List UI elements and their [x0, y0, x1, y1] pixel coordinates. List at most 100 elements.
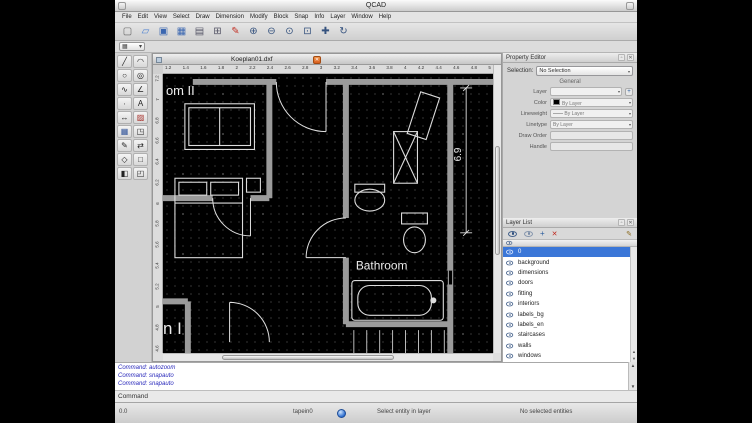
- layer-row[interactable]: interiors: [503, 299, 630, 309]
- property-control[interactable]: By Layer: [550, 109, 633, 118]
- save-as-icon[interactable]: ▦: [174, 24, 189, 39]
- block-tool[interactable]: ◳: [133, 125, 148, 138]
- layer-row[interactable]: windows: [503, 351, 630, 361]
- selection-combo[interactable]: No Selection ▾: [536, 66, 633, 76]
- new-file-icon[interactable]: ▢: [120, 24, 135, 39]
- menu-item[interactable]: Window: [348, 14, 375, 20]
- property-control[interactable]: [550, 87, 622, 96]
- window-close-icon[interactable]: [626, 2, 634, 10]
- layer-visible-icon[interactable]: [506, 271, 513, 276]
- layer-visible-icon[interactable]: [506, 312, 513, 317]
- scroll-down-icon[interactable]: ▼: [629, 384, 637, 389]
- explode-tool[interactable]: ⇄: [133, 139, 148, 152]
- layer-visible-icon[interactable]: [506, 250, 513, 255]
- canvas-vertical-scrollbar[interactable]: [493, 65, 501, 353]
- zoom-window-icon[interactable]: ⊡: [300, 24, 315, 39]
- layer-visible-icon[interactable]: [506, 333, 513, 338]
- layer-row[interactable]: labels_en: [503, 320, 630, 330]
- property-control[interactable]: [550, 142, 633, 151]
- layer-row[interactable]: doors: [503, 278, 630, 288]
- window-menu-icon[interactable]: [118, 2, 126, 10]
- add-layer-icon[interactable]: +: [540, 229, 545, 238]
- layer-row[interactable]: fitting: [503, 289, 630, 299]
- panel-close-icon[interactable]: ✕: [627, 219, 634, 226]
- cad-tool[interactable]: ◰: [133, 167, 148, 180]
- menu-item[interactable]: Block: [271, 14, 292, 20]
- point-tool[interactable]: ∙: [117, 97, 132, 110]
- layer-visible-icon[interactable]: [506, 323, 513, 328]
- print-icon[interactable]: ▤: [192, 24, 207, 39]
- pan-icon[interactable]: ✚: [318, 24, 333, 39]
- layer-row[interactable]: background: [503, 257, 630, 267]
- layer-visible-icon[interactable]: [506, 343, 513, 348]
- layer-row[interactable]: 0: [503, 247, 630, 257]
- edit-layer-icon[interactable]: ✎: [626, 230, 632, 238]
- document-titlebar[interactable]: Koeplan01.dxf ✕: [153, 54, 501, 65]
- menu-item[interactable]: Layer: [327, 14, 348, 20]
- panel-float-icon[interactable]: ▫: [618, 219, 625, 226]
- menu-item[interactable]: Info: [311, 14, 327, 20]
- command-history[interactable]: Command: autozoomCommand: snapautoComman…: [115, 362, 637, 390]
- layer-visible-icon[interactable]: [506, 291, 513, 296]
- show-all-layers-icon[interactable]: [508, 231, 517, 237]
- property-control[interactable]: By Layer: [550, 120, 633, 129]
- open-folder-icon[interactable]: ▱: [138, 24, 153, 39]
- canvas-horizontal-scrollbar[interactable]: [163, 353, 493, 361]
- isometric-tool[interactable]: ◧: [117, 167, 132, 180]
- vscroll-thumb[interactable]: [495, 146, 500, 255]
- edit-pen-icon[interactable]: ✎: [228, 24, 243, 39]
- polyline-tool[interactable]: ∠: [133, 83, 148, 96]
- drawing-canvas[interactable]: om II Bathroom n I 6.9: [163, 74, 493, 353]
- layer-visible-icon[interactable]: [506, 260, 513, 265]
- line-tool[interactable]: ╱: [117, 55, 132, 68]
- auto-zoom-icon[interactable]: ⊙: [282, 24, 297, 39]
- arc-tool[interactable]: ◠: [133, 55, 148, 68]
- ellipse-tool[interactable]: ◎: [133, 69, 148, 82]
- modify-tool[interactable]: ✎: [117, 139, 132, 152]
- layer-row[interactable]: walls: [503, 341, 630, 351]
- image-tool[interactable]: ▦: [117, 125, 132, 138]
- panel-float-icon[interactable]: ▫: [618, 54, 625, 61]
- menu-item[interactable]: View: [151, 14, 170, 20]
- zoom-in-icon[interactable]: ⊕: [246, 24, 261, 39]
- remove-layer-icon[interactable]: ✕: [552, 230, 558, 238]
- layer-visible-icon[interactable]: [506, 302, 513, 307]
- panel-close-icon[interactable]: ✕: [627, 54, 634, 61]
- layer-visible-icon[interactable]: [506, 354, 513, 359]
- print-preview-icon[interactable]: ⊞: [210, 24, 225, 39]
- snap-grid-combo[interactable]: ▦ ▾: [119, 42, 145, 51]
- layer-list-scrollbar[interactable]: ▲ ▼: [630, 247, 637, 362]
- menu-item[interactable]: Edit: [135, 14, 151, 20]
- snap-tool[interactable]: ◇: [117, 153, 132, 166]
- menu-item[interactable]: Modify: [247, 14, 271, 20]
- hscroll-thumb[interactable]: [222, 355, 394, 360]
- command-input-bar[interactable]: Command: [115, 390, 637, 402]
- scroll-down-icon[interactable]: ▼: [631, 356, 637, 361]
- layer-row[interactable]: labels_bg: [503, 309, 630, 319]
- hatch-tool[interactable]: ▨: [133, 111, 148, 124]
- layer-visible-icon[interactable]: [506, 281, 513, 286]
- scroll-up-icon[interactable]: ▲: [629, 363, 637, 368]
- menu-item[interactable]: Draw: [193, 14, 213, 20]
- spline-tool[interactable]: ∿: [117, 83, 132, 96]
- zoom-out-icon[interactable]: ⊖: [264, 24, 279, 39]
- hide-all-layers-icon[interactable]: [524, 231, 533, 237]
- menu-item[interactable]: File: [119, 14, 135, 20]
- save-icon[interactable]: ▣: [156, 24, 171, 39]
- layer-row[interactable]: dimensions: [503, 268, 630, 278]
- property-control[interactable]: By Layer: [550, 98, 633, 107]
- menu-item[interactable]: Help: [376, 14, 394, 20]
- property-control[interactable]: [550, 131, 633, 140]
- misc-tool[interactable]: □: [133, 153, 148, 166]
- document-close-button[interactable]: ✕: [313, 56, 321, 64]
- redraw-icon[interactable]: ↻: [336, 24, 351, 39]
- menu-item[interactable]: Dimension: [213, 14, 247, 20]
- dimension-tool[interactable]: ↔: [117, 111, 132, 124]
- layer-row[interactable]: staircases: [503, 330, 630, 340]
- circle-tool[interactable]: ○: [117, 69, 132, 82]
- menu-item[interactable]: Select: [170, 14, 193, 20]
- menu-item[interactable]: Snap: [291, 14, 311, 20]
- add-icon[interactable]: +: [625, 88, 633, 96]
- window-titlebar[interactable]: QCAD: [115, 0, 637, 12]
- text-tool[interactable]: A: [133, 97, 148, 110]
